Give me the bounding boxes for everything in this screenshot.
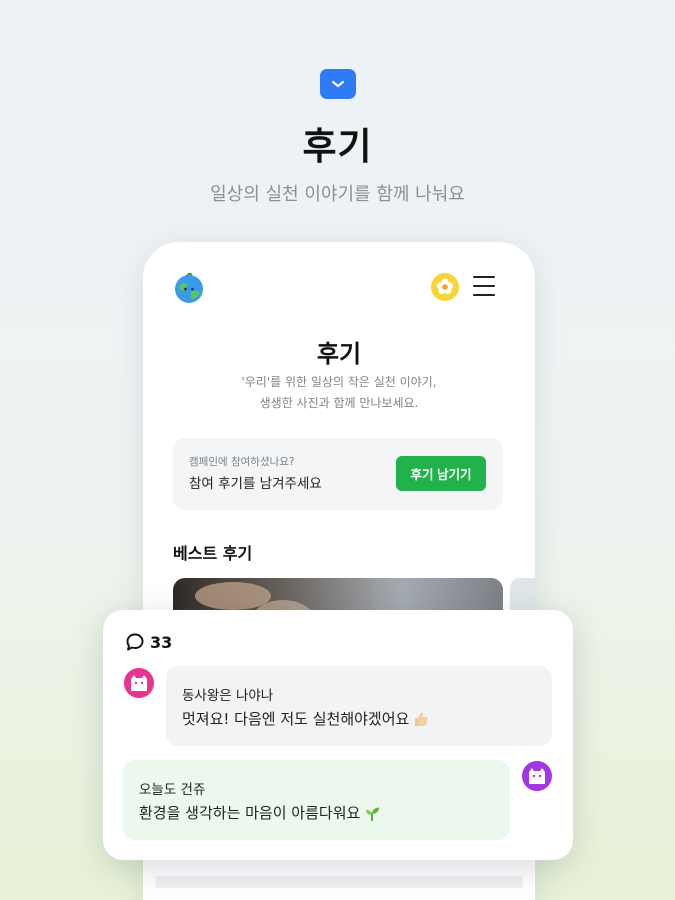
purple-cat-avatar-icon bbox=[522, 761, 552, 791]
comment-text-row: 멋져요! 다음엔 저도 실천해야겠어요 bbox=[182, 708, 430, 729]
hero-title: 후기 bbox=[302, 125, 373, 168]
speech-bubble-icon bbox=[126, 633, 144, 651]
cta-question: 캠페인에 참여하셨나요? bbox=[189, 456, 295, 468]
hero-subtitle: 일상의 실천 이야기를 함께 나눠요 bbox=[210, 184, 465, 205]
chevron-down-icon bbox=[331, 80, 345, 88]
flower-avatar-icon[interactable] bbox=[430, 272, 460, 302]
write-review-button[interactable]: 후기 남기기 bbox=[396, 456, 486, 491]
pink-cat-avatar-icon bbox=[124, 668, 154, 698]
comment-text: 환경을 생각하는 마음이 아름다워요 bbox=[139, 804, 361, 822]
cta-prompt: 참여 후기를 남겨주세요 bbox=[189, 476, 322, 492]
comment-author: 오늘도 건쥬 bbox=[139, 782, 206, 798]
phone-bottom-bar bbox=[155, 876, 523, 888]
description-line-2: 생생한 사진과 함께 만나보세요. bbox=[259, 396, 419, 410]
comment-count-row: 33 bbox=[125, 632, 172, 652]
chevron-down-badge[interactable] bbox=[320, 69, 356, 99]
page-description: '우리'를 위한 일상의 작은 실천 이야기, 생생한 사진과 함께 만나보세요… bbox=[143, 372, 535, 414]
thumbs-up-icon bbox=[415, 711, 429, 726]
comment-text-row: 환경을 생각하는 마음이 아름다워요 bbox=[139, 802, 381, 823]
hamburger-menu-icon[interactable] bbox=[473, 276, 495, 296]
sprout-icon bbox=[366, 807, 380, 821]
earth-logo-icon[interactable] bbox=[173, 272, 205, 304]
comment-count: 33 bbox=[150, 632, 173, 652]
page-title: 후기 bbox=[316, 340, 362, 368]
review-cta-box: 캠페인에 참여하셨나요? 참여 후기를 남겨주세요 후기 남기기 bbox=[173, 438, 503, 510]
comment-author: 동사왕은 나야나 bbox=[182, 688, 274, 704]
comment-item[interactable]: 오늘도 건쥬 환경을 생각하는 마음이 아름다워요 bbox=[123, 760, 510, 840]
comments-card: 33 동사왕은 나야나 멋져요! 다음엔 저도 실천해야겠어요 오늘도 건쥬 환… bbox=[103, 610, 573, 860]
best-reviews-title: 베스트 후기 bbox=[173, 544, 253, 563]
comment-item[interactable]: 동사왕은 나야나 멋져요! 다음엔 저도 실천해야겠어요 bbox=[166, 666, 552, 746]
comment-text: 멋져요! 다음엔 저도 실천해야겠어요 bbox=[182, 710, 410, 728]
description-line-1: '우리'를 위한 일상의 작은 실천 이야기, bbox=[241, 375, 437, 389]
